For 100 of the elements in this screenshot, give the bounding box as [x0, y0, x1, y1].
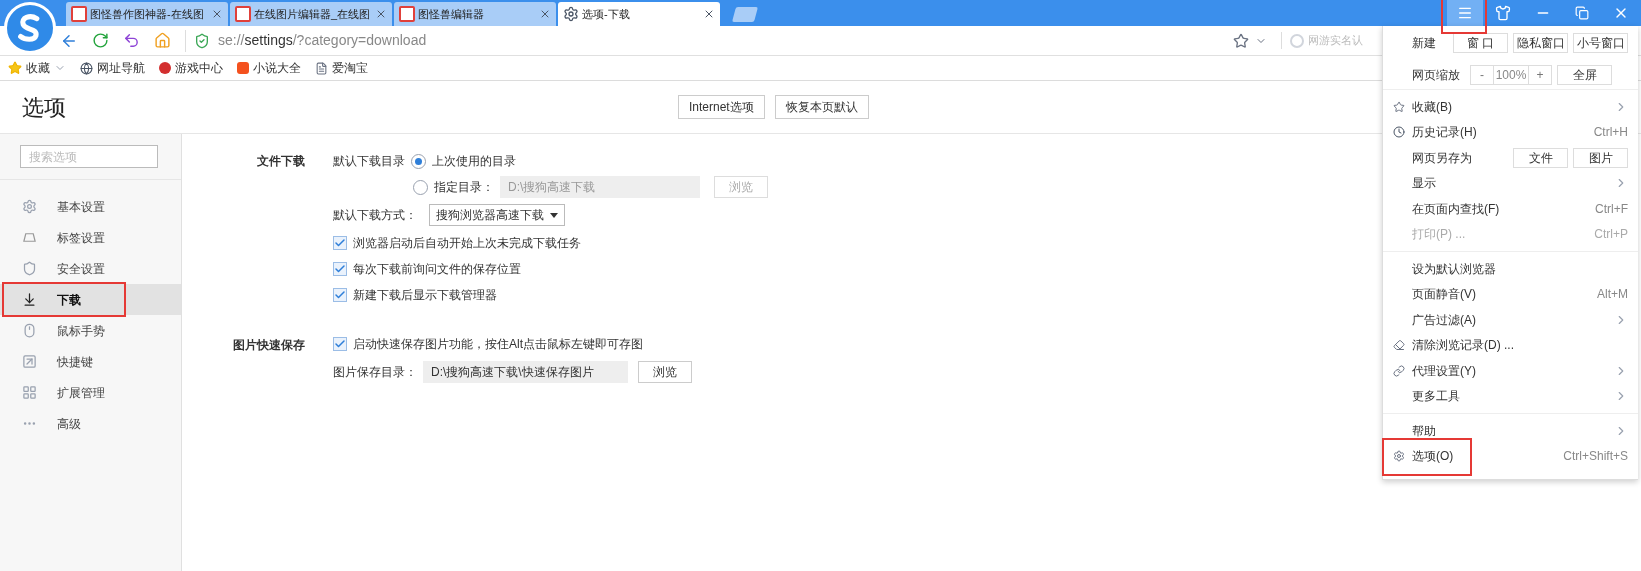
new-window-button[interactable]: 窗 口 — [1453, 33, 1508, 53]
header-button[interactable]: 恢复本页默认 — [774, 95, 869, 119]
bookmark-item[interactable]: 网址导航 — [80, 59, 145, 77]
sidebar-item[interactable]: 扩展管理 — [0, 377, 181, 408]
new-window-button[interactable]: 小号窗口 — [1573, 33, 1628, 53]
skin-icon[interactable] — [1495, 5, 1511, 21]
sidebar-item[interactable]: 鼠标手势 — [0, 315, 181, 346]
globe-icon — [80, 61, 93, 75]
checkbox-label: 新建下载后显示下载管理器 — [353, 286, 497, 304]
menu-item[interactable]: 选项(O) Ctrl+Shift+S — [1383, 443, 1638, 469]
radio-label: 指定目录： — [434, 179, 494, 196]
sogou-icon — [1290, 33, 1304, 48]
field-label: 默认下载方式： — [333, 207, 417, 224]
sidebar-item[interactable]: 标签设置 — [0, 222, 181, 253]
checkbox-label: 启动快速保存图片功能，按住Alt点击鼠标左键即可存图 — [353, 335, 643, 353]
zoom-in-button[interactable]: + — [1529, 65, 1551, 84]
close-icon[interactable] — [703, 8, 715, 20]
save-as-button[interactable]: 文件 — [1513, 147, 1568, 168]
bookmark-item[interactable]: 爱淘宝 — [315, 59, 368, 77]
restore-icon[interactable] — [1575, 6, 1589, 20]
close-icon[interactable] — [539, 8, 551, 20]
sidebar-item[interactable]: 高级 — [0, 408, 181, 439]
fullscreen-button[interactable]: 全屏 — [1557, 64, 1612, 85]
home-icon[interactable] — [154, 32, 171, 49]
save-as-button[interactable]: 图片 — [1573, 147, 1628, 168]
star-icon[interactable] — [1233, 32, 1249, 49]
close-icon[interactable] — [375, 8, 387, 20]
shortcut-text: Ctrl+H — [1593, 124, 1628, 142]
clock-icon — [1393, 126, 1405, 139]
sidebar-item[interactable]: 基本设置 — [0, 191, 181, 222]
shield-icon — [22, 261, 37, 276]
menu-item[interactable]: 代理设置(Y) — [1383, 358, 1638, 384]
gear-icon — [1393, 450, 1405, 463]
star-icon — [1393, 100, 1405, 113]
browse-button[interactable]: 浏览 — [638, 361, 692, 383]
radio-label: 上次使用的目录 — [432, 153, 516, 170]
new-window-button[interactable]: 隐私窗口 — [1513, 33, 1568, 53]
menu-item[interactable]: 更多工具 — [1383, 383, 1638, 409]
close-icon[interactable] — [211, 8, 223, 20]
menu-label: 新建 — [1412, 35, 1437, 52]
zoom-value: 100% — [1493, 65, 1529, 84]
search-field[interactable]: 搜索选项 — [20, 145, 158, 168]
bookmark-item[interactable]: 游戏中心 — [159, 59, 223, 77]
tab-icon — [22, 230, 37, 245]
menu-item[interactable]: 设为默认浏览器 — [1383, 256, 1638, 282]
menu-item[interactable]: 页面静音(V) Alt+M — [1383, 281, 1638, 307]
image-tab-icon — [399, 6, 415, 22]
checkbox[interactable] — [333, 235, 347, 250]
extension-label: 网游实名认 — [1308, 33, 1363, 49]
gear-icon — [22, 199, 37, 214]
menu-item[interactable]: 在页面内查找(F) Ctrl+F — [1383, 196, 1638, 222]
sidebar-item[interactable]: 下载 — [0, 284, 181, 315]
checkbox-label: 每次下载前询问文件的保存位置 — [353, 260, 521, 278]
menu-icon — [1457, 5, 1473, 21]
checkbox[interactable] — [333, 336, 347, 351]
checkbox-label: 浏览器启动后自动开始上次未完成下载任务 — [353, 234, 581, 252]
sidebar-item[interactable]: 快捷键 — [0, 346, 181, 377]
gear-icon — [563, 6, 579, 22]
browser-tab[interactable]: 在线图片编辑器_在线图 — [230, 2, 392, 26]
refresh-icon[interactable] — [92, 32, 109, 49]
menu-item[interactable]: 显示 — [1383, 170, 1638, 196]
checkbox[interactable] — [333, 261, 347, 276]
radio-button[interactable] — [413, 179, 428, 195]
shortcut-text: Ctrl+Shift+S — [1563, 448, 1628, 466]
menu-item[interactable]: 收藏(B) — [1383, 94, 1638, 120]
field-label: 默认下载目录 — [333, 153, 405, 170]
bookmark-item[interactable]: 收藏 — [8, 59, 66, 77]
radio-button[interactable] — [411, 153, 426, 169]
sidebar-item[interactable]: 安全设置 — [0, 253, 181, 284]
page-icon — [315, 61, 328, 75]
path-field[interactable]: D:\搜狗高速下载\快速保存图片 — [423, 361, 628, 383]
address-field[interactable]: se://settings/?category=download — [185, 29, 1219, 52]
new-tab-button[interactable] — [732, 7, 758, 22]
menu-item[interactable]: 广告过滤(A) — [1383, 307, 1638, 333]
zoom-out-button[interactable]: - — [1471, 65, 1493, 84]
page-title: 选项 — [22, 93, 66, 122]
shortcut-text: Ctrl+P — [1594, 226, 1628, 244]
image-tab-icon — [235, 6, 251, 22]
section-title: 图片快速保存 — [232, 337, 305, 354]
browser-tab[interactable]: 选项-下载 — [558, 2, 720, 26]
menu-item[interactable]: 历史记录(H) Ctrl+H — [1383, 119, 1638, 145]
menu-item[interactable]: 网页另存为 文件 图片 — [1383, 145, 1638, 171]
menu-item[interactable]: 清除浏览记录(D) ... — [1383, 332, 1638, 358]
browser-tab[interactable]: 图怪兽作图神器-在线图 — [66, 2, 228, 26]
menu-button[interactable] — [1447, 0, 1483, 26]
browser-tab[interactable]: 图怪兽编辑器 — [394, 2, 556, 26]
header-button[interactable]: Internet选项 — [678, 95, 765, 119]
shortcut-text: Ctrl+F — [1595, 200, 1628, 218]
bookmark-item[interactable]: 小说大全 — [237, 59, 301, 77]
eraser-icon — [1393, 339, 1405, 352]
menu-label: 网页缩放 — [1412, 66, 1461, 84]
method-dropdown[interactable]: 搜狗浏览器高速下载 — [429, 204, 565, 226]
section-title: 文件下载 — [256, 153, 305, 170]
checkbox[interactable] — [333, 287, 347, 302]
undo-icon[interactable] — [123, 32, 140, 49]
link-icon — [1393, 364, 1405, 377]
image-tab-icon — [71, 6, 87, 22]
menu-item[interactable]: 帮助 — [1383, 418, 1638, 444]
url-text: se://settings/?category=download — [218, 31, 427, 50]
shield-icon — [194, 32, 210, 49]
